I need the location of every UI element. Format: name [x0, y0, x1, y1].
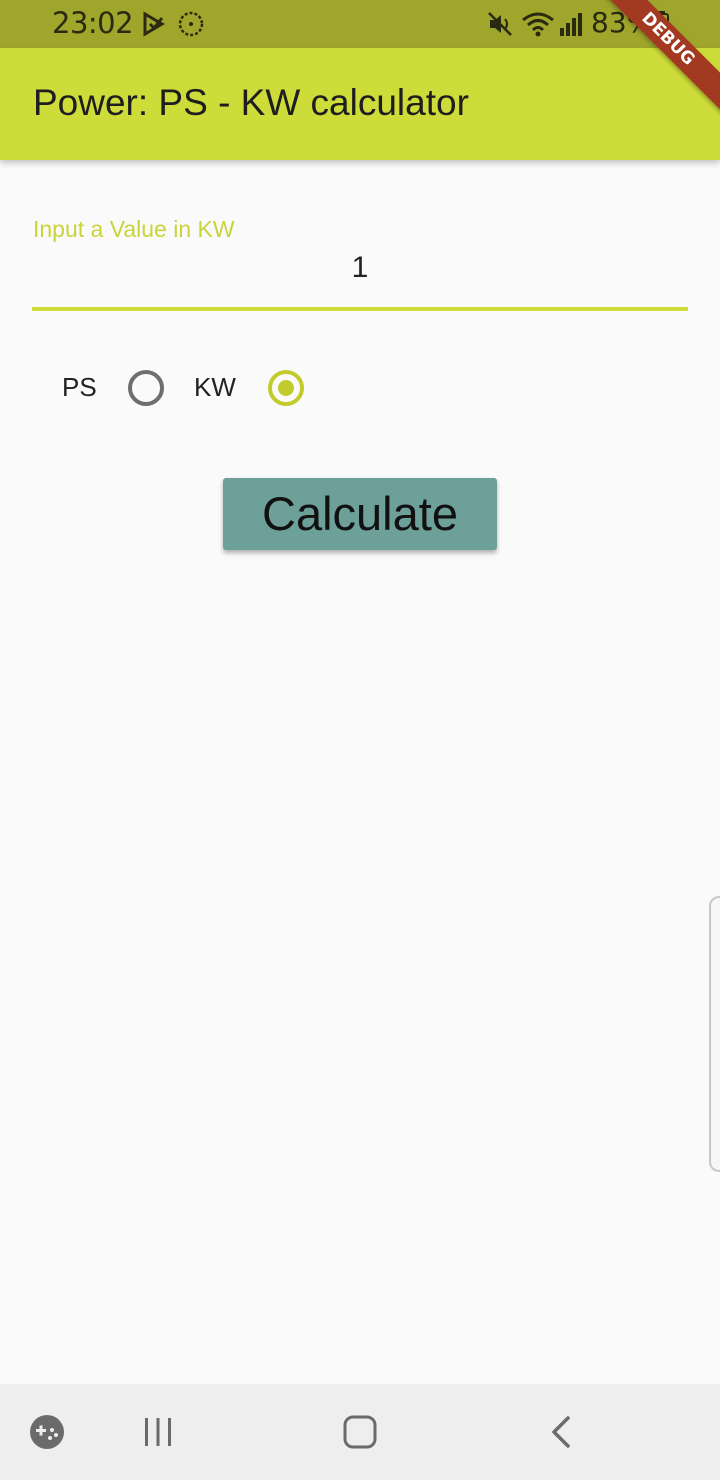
status-bar: 23:02 83%	[0, 0, 720, 48]
radio-label-kw: KW	[194, 372, 236, 402]
wifi-icon	[522, 12, 554, 37]
home-icon[interactable]	[336, 1408, 384, 1456]
mute-icon	[488, 12, 512, 36]
radio-kw[interactable]	[268, 370, 304, 406]
sync-icon	[178, 11, 204, 37]
edge-panel-handle[interactable]	[709, 896, 720, 1172]
value-input[interactable]	[32, 244, 688, 292]
recent-apps-icon[interactable]	[134, 1408, 182, 1456]
back-icon[interactable]	[538, 1408, 586, 1456]
signal-icon	[560, 13, 582, 36]
radio-ps[interactable]	[128, 370, 164, 406]
radio-label-ps: PS	[62, 372, 97, 402]
status-time: 23:02	[52, 6, 134, 40]
page-title: Power: PS - KW calculator	[33, 82, 469, 123]
input-underline	[32, 307, 688, 311]
calculate-button[interactable]: Calculate	[223, 478, 497, 550]
navigation-bar	[0, 1384, 720, 1480]
app-bar: Power: PS - KW calculator	[0, 48, 720, 160]
screen: 23:02 83% DEBUG Power: PS - KW calculato…	[0, 0, 720, 1480]
input-label: Input a Value in KW	[33, 216, 235, 242]
play-store-download-icon	[143, 11, 165, 37]
game-launcher-icon[interactable]	[23, 1408, 71, 1456]
